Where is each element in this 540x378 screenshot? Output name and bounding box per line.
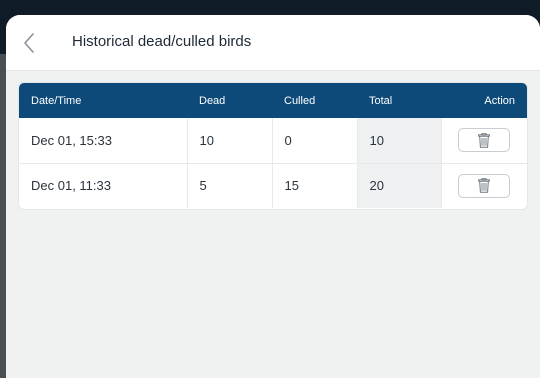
column-header-total: Total bbox=[369, 94, 393, 107]
column-header-dead: Dead bbox=[199, 94, 226, 107]
column-header-datetime: Date/Time bbox=[31, 94, 82, 107]
history-table-card: Date/Time Dead Culled Total Action Dec 0… bbox=[18, 82, 528, 210]
table-row: Dec 01, 11:33 5 15 20 bbox=[19, 163, 527, 208]
cell-action bbox=[441, 118, 527, 163]
cell-culled: 15 bbox=[272, 163, 358, 208]
column-header-action: Action bbox=[484, 94, 515, 107]
cell-culled: 0 bbox=[272, 118, 358, 163]
cell-dead: 5 bbox=[187, 163, 273, 208]
cell-datetime: Dec 01, 15:33 bbox=[19, 118, 188, 163]
trash-icon bbox=[478, 178, 491, 194]
delete-button[interactable] bbox=[458, 128, 511, 153]
history-modal: Historical dead/culled birds Date/Time D… bbox=[6, 15, 540, 378]
trash-icon bbox=[478, 132, 491, 148]
cell-dead: 10 bbox=[187, 118, 273, 163]
delete-button[interactable] bbox=[458, 173, 511, 198]
modal-title: Historical dead/culled birds bbox=[72, 33, 252, 50]
table-header-row: Date/Time Dead Culled Total Action bbox=[19, 83, 527, 118]
cell-datetime: Dec 01, 11:33 bbox=[19, 163, 188, 208]
chevron-left-icon bbox=[24, 33, 34, 53]
cell-total: 20 bbox=[357, 163, 442, 208]
back-button[interactable] bbox=[16, 29, 42, 57]
cell-total: 10 bbox=[357, 118, 442, 163]
column-header-culled: Culled bbox=[284, 94, 316, 107]
cell-action bbox=[441, 163, 527, 208]
table-row: Dec 01, 15:33 10 0 10 bbox=[19, 118, 527, 163]
history-table: Date/Time Dead Culled Total Action Dec 0… bbox=[19, 83, 527, 208]
modal-header: Historical dead/culled birds bbox=[6, 15, 540, 71]
